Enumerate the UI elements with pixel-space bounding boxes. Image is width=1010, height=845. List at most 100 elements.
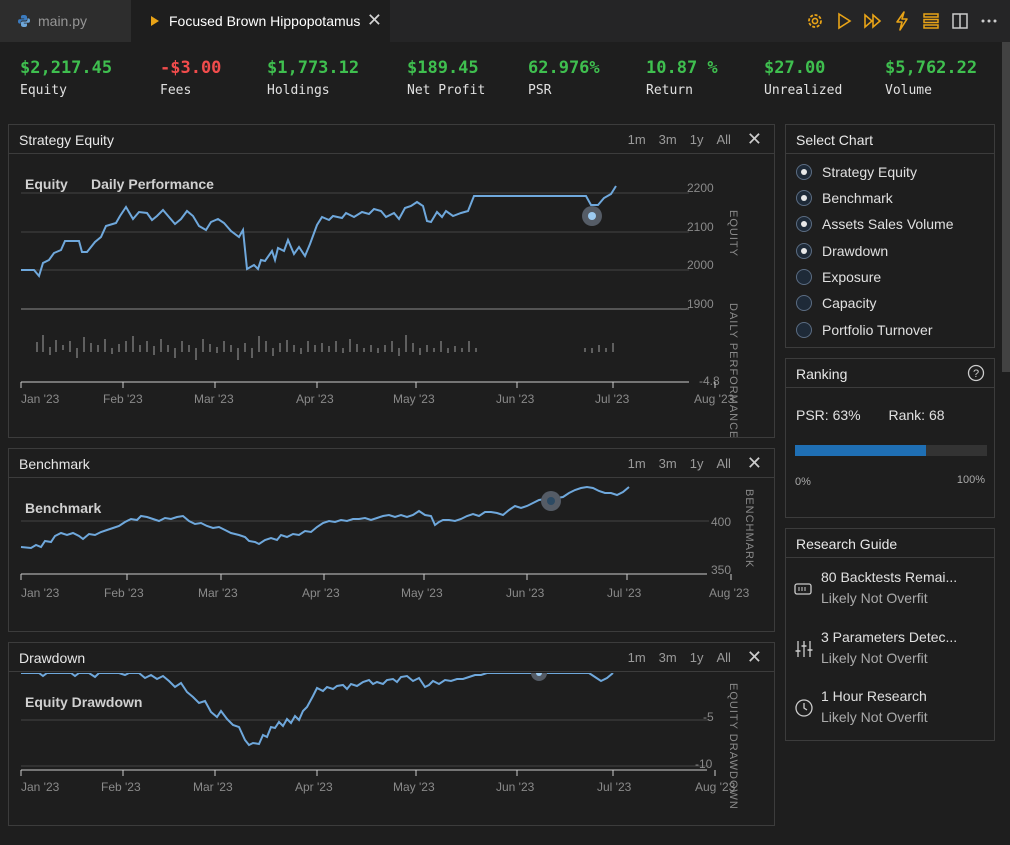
option-portfolio-turnover[interactable]: Portfolio Turnover: [796, 322, 933, 338]
option-drawdown[interactable]: Drawdown: [796, 243, 888, 259]
panel-title: Ranking: [796, 366, 848, 382]
radio-unchecked-icon[interactable]: [796, 295, 812, 311]
clock-icon: [794, 698, 814, 718]
scrollbar[interactable]: [1002, 42, 1010, 372]
x-tick: Aug '23: [694, 392, 735, 406]
range-1m-button[interactable]: 1m: [628, 456, 646, 471]
svg-text:?: ?: [973, 368, 979, 380]
stat-return: 10.87 % Return: [646, 57, 718, 100]
guide-title: 80 Backtests Remai...: [821, 569, 958, 585]
close-icon[interactable]: ✕: [747, 454, 762, 472]
stat-value: $5,762.22: [885, 58, 978, 78]
option-capacity[interactable]: Capacity: [796, 295, 876, 311]
equity-series-label: Equity: [25, 176, 68, 192]
perf-tick: -4.8: [699, 374, 720, 388]
play-icon[interactable]: [833, 10, 855, 32]
option-strategy-equity[interactable]: Strategy Equity: [796, 164, 917, 180]
stat-holdings: $1,773.12 Holdings: [267, 57, 359, 100]
option-label: Portfolio Turnover: [822, 322, 933, 338]
radio-checked-icon[interactable]: [796, 216, 812, 232]
option-label: Drawdown: [822, 243, 889, 259]
x-tick: Apr '23: [302, 586, 340, 600]
ranking-progress-fill: [795, 445, 926, 456]
x-tick: May '23: [401, 586, 443, 600]
help-icon[interactable]: ?: [967, 364, 985, 385]
more-icon[interactable]: [978, 10, 1000, 32]
lightning-icon[interactable]: [891, 10, 913, 32]
radio-unchecked-icon[interactable]: [796, 269, 812, 285]
stat-equity: $2,217.45 Equity: [20, 57, 112, 100]
close-icon[interactable]: ✕: [747, 130, 762, 148]
panel-title: Benchmark: [19, 456, 90, 472]
panel-title: Select Chart: [796, 132, 874, 148]
close-icon[interactable]: ✕: [367, 10, 382, 31]
stat-value: 10.87 %: [646, 58, 718, 78]
option-assets-sales-volume[interactable]: Assets Sales Volume: [796, 216, 954, 232]
stat-fees: -$3.00 Fees: [160, 57, 221, 100]
drawdown-series-label: Equity Drawdown: [25, 694, 142, 710]
y-tick: 2000: [687, 258, 714, 272]
x-tick: Apr '23: [296, 392, 334, 406]
option-exposure[interactable]: Exposure: [796, 269, 881, 285]
gear-icon[interactable]: [804, 10, 826, 32]
panel-header: Strategy Equity 1m 3m 1y All ✕: [9, 125, 774, 154]
x-tick: Jan '23: [21, 586, 60, 600]
range-1y-button[interactable]: 1y: [690, 456, 704, 471]
radio-checked-icon[interactable]: [796, 190, 812, 206]
x-tick: Mar '23: [193, 780, 233, 794]
radio-checked-icon[interactable]: [796, 164, 812, 180]
stat-psr: 62.976% PSR: [528, 57, 600, 100]
select-chart-panel: Select Chart Strategy Equity Benchmark A…: [785, 124, 995, 348]
benchmark-panel: Benchmark 1m 3m 1y All ✕ Benchmark 400 3…: [8, 448, 775, 632]
split-view-icon[interactable]: [949, 10, 971, 32]
stat-value: $1,773.12: [267, 58, 360, 78]
toolbar: [804, 10, 1000, 32]
range-3m-button[interactable]: 3m: [659, 650, 677, 665]
panel-header: Drawdown 1m 3m 1y All ✕: [9, 643, 774, 672]
stat-net-profit: $189.45 Net Profit: [407, 57, 485, 100]
stat-value: $189.45: [407, 58, 479, 78]
stat-value: 62.976%: [528, 58, 600, 78]
x-tick: Apr '23: [295, 780, 333, 794]
option-benchmark[interactable]: Benchmark: [796, 190, 893, 206]
range-all-button[interactable]: All: [716, 650, 730, 665]
range-all-button[interactable]: All: [716, 456, 730, 471]
range-3m-button[interactable]: 3m: [659, 456, 677, 471]
x-tick: May '23: [393, 780, 435, 794]
tab-label: Focused Brown Hippopotamus: [169, 13, 361, 29]
python-icon: [16, 14, 32, 28]
option-label: Benchmark: [822, 190, 893, 206]
ranking-panel: Ranking ? PSR: 63% Rank: 68 0% 100%: [785, 358, 995, 518]
psr-value: PSR: 63%: [796, 407, 861, 423]
stat-label: Unrealized: [764, 83, 843, 98]
backtests-icon: [794, 579, 814, 599]
stack-icon[interactable]: [920, 10, 942, 32]
guide-status: Likely Not Overfit: [821, 590, 928, 606]
range-3m-button[interactable]: 3m: [659, 132, 677, 147]
radio-checked-icon[interactable]: [796, 243, 812, 259]
x-tick: Jun '23: [496, 392, 535, 406]
stat-value: -$3.00: [160, 58, 222, 78]
close-icon[interactable]: ✕: [747, 648, 762, 666]
fast-forward-icon[interactable]: [862, 10, 884, 32]
ranking-summary: PSR: 63% Rank: 68: [796, 407, 945, 423]
panel-header: Benchmark 1m 3m 1y All ✕: [9, 449, 774, 478]
x-tick: Feb '23: [104, 586, 144, 600]
range-1y-button[interactable]: 1y: [690, 650, 704, 665]
tab-backtest[interactable]: Focused Brown Hippopotamus ✕: [131, 0, 390, 42]
range-1m-button[interactable]: 1m: [628, 132, 646, 147]
range-buttons: 1m 3m 1y All ✕: [615, 130, 762, 148]
x-tick: Mar '23: [194, 392, 234, 406]
range-1m-button[interactable]: 1m: [628, 650, 646, 665]
tab-main-py[interactable]: main.py: [0, 0, 131, 42]
range-1y-button[interactable]: 1y: [690, 132, 704, 147]
sliders-icon: [794, 639, 814, 659]
stat-label: Return: [646, 83, 693, 98]
x-tick: Aug '23: [695, 780, 736, 794]
benchmark-chart: Benchmark 400 350 BENCHMARK Jan '23 Feb …: [20, 485, 755, 600]
progress-max-label: 100%: [956, 474, 985, 486]
radio-unchecked-icon[interactable]: [796, 322, 812, 338]
range-all-button[interactable]: All: [716, 132, 730, 147]
stat-label: Net Profit: [407, 83, 486, 98]
stat-label: Fees: [160, 83, 192, 98]
